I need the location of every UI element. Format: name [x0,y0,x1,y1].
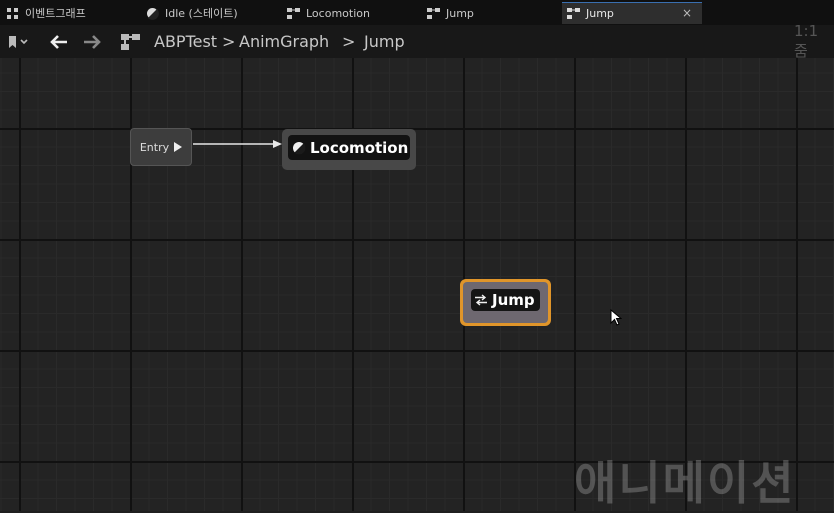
breadcrumb-separator: > [342,32,356,51]
arrow-right-icon [84,34,101,49]
state-machine-icon [427,7,440,20]
mouse-cursor-icon [610,309,622,326]
zoom-level: 1:1 줌 [794,22,819,60]
tab-jump[interactable]: Jump [427,2,474,24]
back-button[interactable] [50,25,68,58]
bookmark-dropdown[interactable] [6,25,28,58]
tab-bar: 이벤트그래프 Idle (스테이트) Locomotion Jump Jump … [0,0,834,25]
tab-event-graph[interactable]: 이벤트그래프 [6,2,86,24]
graph-canvas[interactable]: Entry Locomotion Jump [0,58,834,511]
tab-label: Idle (스테이트) [165,7,238,20]
transition-wire [193,140,282,148]
tab-label: Jump [446,6,474,20]
jump-node[interactable]: Jump [460,279,551,326]
state-machine-icon [287,7,300,20]
entry-label: Entry [139,140,170,154]
forward-button[interactable] [83,25,101,58]
state-machine-icon [567,7,580,20]
tab-label: Jump [586,7,614,20]
locomotion-label: Locomotion [310,138,409,157]
breadcrumb-separator: > [222,32,236,51]
arrow-left-icon [50,34,67,49]
jump-label: Jump [492,291,535,309]
transition-arrows-icon [475,294,487,306]
tab-label: Locomotion [306,6,370,20]
state-icon [146,7,159,20]
tab-jump-active[interactable]: Jump × [562,2,702,24]
tab-label: 이벤트그래프 [25,7,86,20]
locomotion-node[interactable]: Locomotion [282,129,416,170]
entry-node[interactable]: Entry [130,128,192,166]
event-graph-icon [6,7,19,20]
tab-locomotion[interactable]: Locomotion [287,2,370,24]
graph-type-icon [120,25,142,58]
close-icon[interactable]: × [682,6,692,20]
breadcrumb-jump[interactable]: Jump [364,25,405,58]
watermark-text: 애니메이션 [574,456,796,510]
breadcrumb-animgraph[interactable]: AnimGraph [239,25,329,58]
tab-idle-state[interactable]: Idle (스테이트) [146,2,238,24]
output-pin-icon[interactable] [174,142,183,152]
breadcrumb-abptest[interactable]: ABPTest [154,25,217,58]
state-icon [293,141,306,154]
bookmark-icon [9,35,28,48]
graph-toolbar: ABPTest > AnimGraph > Jump 1:1 줌 [0,22,834,60]
